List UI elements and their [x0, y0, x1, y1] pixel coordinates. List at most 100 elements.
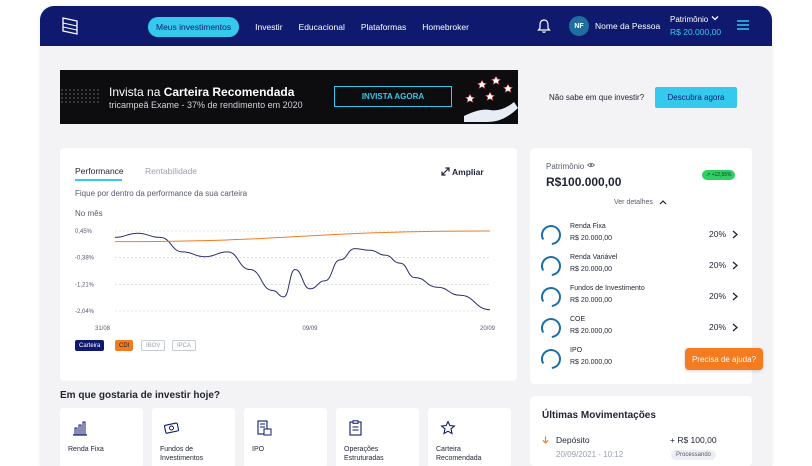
legend-cdi[interactable]: CDI [115, 340, 134, 351]
progress-ring-icon [541, 349, 561, 369]
eye-icon[interactable] [587, 162, 595, 168]
star-icon [440, 420, 456, 435]
user-name[interactable]: Nome da Pessoa [595, 21, 660, 31]
product-label: Operações Estruturadas [344, 446, 384, 462]
clipboard-icon [349, 420, 362, 436]
portfolio-value: R$100.000,00 [546, 175, 622, 189]
product-card-renda-fixa[interactable]: Renda Fixa [60, 408, 143, 466]
y-tick-label: -0,38% [75, 256, 95, 262]
y-tick-label: -2,04% [75, 309, 95, 315]
progress-ring-icon [541, 225, 561, 245]
movements-title: Últimas Movimentações [542, 410, 656, 421]
y-tick-label: 0,45% [75, 229, 93, 235]
nav-investir[interactable]: Investir [255, 22, 282, 32]
descubra-agora-button[interactable]: Descubra agora [655, 87, 737, 108]
asset-value: R$ 20.000,00 [570, 328, 613, 335]
x-tick-label: 31/08 [95, 326, 111, 332]
product-label: Carteira Recomendada [436, 446, 482, 462]
product-card-carteira[interactable]: Carteira Recomendada [428, 408, 511, 466]
product-card-operacoes[interactable]: Operações Estruturadas [336, 408, 419, 466]
performance-period: No mês [75, 209, 103, 218]
portfolio-label: Patrimônio [546, 162, 585, 171]
asset-percent: 20% [709, 322, 727, 332]
asset-value: R$ 20.000,00 [570, 297, 613, 304]
logo-icon[interactable] [60, 16, 80, 36]
chevron-right-icon[interactable] [732, 323, 738, 332]
asset-value: R$ 20.000,00 [570, 235, 613, 242]
tab-rentabilidade[interactable]: Rentabilidade [145, 166, 197, 176]
asset-row-renda-variavel[interactable]: Renda Variável R$ 20.000,00 20% [540, 253, 740, 279]
chevron-right-icon[interactable] [732, 292, 738, 301]
active-tab-indicator [75, 179, 122, 181]
product-card-fundos[interactable]: Fundos de Investimentos [152, 408, 235, 466]
x-tick-label: 09/09 [303, 326, 319, 332]
asset-name: Renda Fixa [570, 223, 606, 230]
asset-value: R$ 20.000,00 [570, 359, 613, 366]
ver-detalhes-link[interactable]: Ver detalhes [614, 199, 653, 206]
document-icon [257, 420, 272, 436]
bell-icon[interactable] [537, 18, 551, 34]
asset-name: COE [570, 316, 586, 323]
help-prompt-text: Não sabe em que investir? [549, 93, 645, 102]
performance-card: Performance Rentabilidade Ampliar Fique … [60, 148, 517, 381]
header-patrimonio-label[interactable]: Patrimônio [670, 15, 708, 24]
asset-row-renda-fixa[interactable]: Renda Fixa R$ 20.000,00 20% [540, 222, 740, 248]
money-icon [164, 422, 180, 434]
invest-today-title: Em que gostaria de investir hoje? [60, 390, 221, 401]
progress-ring-icon [541, 256, 561, 276]
banner-headline: Invista na Carteira Recomendada [109, 85, 295, 99]
asset-name: Fundos de Investimento [570, 285, 645, 292]
nav-meus-investimentos[interactable]: Meus investimentos [148, 17, 240, 37]
arrow-down-icon [542, 436, 549, 444]
progress-ring-icon [541, 287, 561, 307]
promo-banner[interactable]: Invista na Carteira Recomendada tricampe… [60, 70, 518, 124]
tab-performance[interactable]: Performance [75, 166, 124, 176]
asset-value: R$ 20.000,00 [570, 266, 613, 273]
hand-stars-illustration [464, 75, 518, 122]
asset-row-coe[interactable]: COE R$ 20.000,00 20% [540, 315, 740, 341]
chevron-right-icon[interactable] [732, 230, 738, 239]
portfolio-growth-badge: ↗ +12,55% [702, 170, 736, 180]
app-window: Meus investimentos Investir Educacional … [40, 6, 772, 466]
avatar[interactable]: NF [569, 16, 589, 36]
top-navbar: Meus investimentos Investir Educacional … [40, 6, 772, 46]
asset-name: IPO [570, 347, 583, 354]
nav-educacional[interactable]: Educacional [299, 22, 345, 32]
performance-subtitle: Fique por dentro da performance da sua c… [75, 189, 248, 198]
legend-ipca[interactable]: IPCA [172, 340, 197, 351]
legend-carteira[interactable]: Carteira [75, 340, 105, 351]
movements-card: Últimas Movimentações Depósito + R$ 100,… [530, 396, 752, 466]
precisa-de-ajuda-button[interactable]: Precisa de ajuda? [685, 348, 763, 370]
chevron-up-icon[interactable] [659, 199, 667, 206]
chevron-right-icon[interactable] [732, 261, 738, 270]
asset-percent: 20% [709, 291, 727, 301]
movement-status-badge: Processando [671, 450, 717, 460]
product-label: Fundos de Investimentos [160, 446, 204, 462]
asset-name: Renda Variável [570, 254, 618, 261]
bar-chart-icon [73, 421, 87, 436]
product-label: Renda Fixa [68, 446, 104, 453]
series-line-carteira [114, 232, 491, 311]
nav-homebroker[interactable]: Homebroker [422, 22, 469, 32]
movement-amount: + R$ 100,00 [670, 435, 717, 445]
banner-dots-decoration [60, 88, 100, 104]
invista-agora-button[interactable]: INVISTA AGORA [334, 86, 452, 107]
y-tick-label: -1,21% [75, 282, 95, 288]
ampliar-button[interactable]: Ampliar [452, 167, 484, 177]
asset-percent: 20% [709, 229, 727, 239]
nav-plataformas[interactable]: Plataformas [361, 22, 406, 32]
x-tick-label: 20/09 [480, 326, 496, 332]
legend-ibov[interactable]: IBOV [141, 340, 166, 351]
hamburger-menu-icon[interactable] [737, 20, 749, 30]
asset-percent: 20% [709, 260, 727, 270]
progress-ring-icon [541, 318, 561, 338]
expand-icon[interactable] [441, 167, 450, 176]
product-card-ipo[interactable]: IPO [244, 408, 327, 466]
main-nav: Meus investimentos Investir Educacional … [148, 17, 485, 37]
header-patrimonio-value: R$ 20.000,00 [670, 27, 722, 37]
asset-row-fundos[interactable]: Fundos de Investimento R$ 20.000,00 20% [540, 284, 740, 310]
product-label: IPO [252, 446, 265, 453]
series-line-cdi [114, 230, 491, 243]
chevron-down-icon[interactable] [711, 14, 719, 22]
movement-type: Depósito [556, 435, 590, 445]
